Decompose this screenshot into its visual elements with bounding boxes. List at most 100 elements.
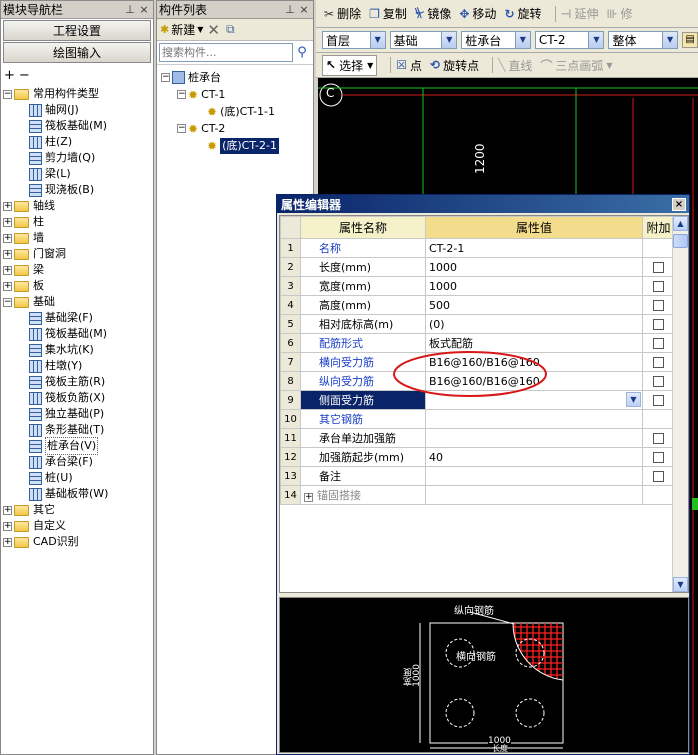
nav-tree-folder[interactable]: + 墙 xyxy=(3,230,153,246)
nav-tree-item[interactable]: 剪力墙(Q) xyxy=(3,150,153,166)
property-value-cell[interactable]: 40 xyxy=(425,447,643,467)
property-name-cell[interactable]: 其它钢筋 xyxy=(300,409,426,429)
component-tree-node[interactable]: − ✹ CT-1 xyxy=(161,86,313,103)
property-value-cell[interactable]: 500 xyxy=(425,295,643,315)
table-row[interactable]: 3 宽度(mm) 1000 xyxy=(280,276,675,296)
table-row[interactable]: 13 备注 xyxy=(280,466,675,486)
attach-checkbox[interactable] xyxy=(653,299,664,311)
property-value-cell[interactable]: CT-2-1 xyxy=(425,238,643,258)
new-dropdown-arrow-icon[interactable]: ▼ xyxy=(197,25,203,34)
table-row[interactable]: 12 加强筋起步(mm) 40 xyxy=(280,447,675,467)
scope-select[interactable]: 整体 ▼ xyxy=(608,31,679,49)
mirror-button[interactable]: ⏧ 镜像 xyxy=(415,5,452,22)
attach-checkbox[interactable] xyxy=(653,261,664,273)
nav-tree-folder[interactable]: + 门窗洞 xyxy=(3,246,153,262)
delete-button[interactable]: ✂ 删除 xyxy=(324,5,361,22)
collapse-icon[interactable]: − xyxy=(161,73,170,82)
arc-button[interactable]: ⌒ 三点画弧 ▼ xyxy=(540,57,612,74)
expand-icon[interactable]: + xyxy=(3,537,12,547)
point-button[interactable]: ☒ 点 xyxy=(396,57,422,74)
attach-checkbox[interactable] xyxy=(653,318,664,330)
line-button[interactable]: ╲ 直线 xyxy=(498,57,532,74)
expand-all-icon[interactable]: + xyxy=(4,68,15,83)
nav-tree-folder[interactable]: + 梁 xyxy=(3,262,153,278)
properties-icon[interactable]: ▤ xyxy=(682,32,698,48)
component-tree-node[interactable]: ✹ (底)CT-1-1 xyxy=(161,103,313,120)
expand-icon[interactable]: + xyxy=(3,265,12,275)
close-icon[interactable]: × xyxy=(297,3,311,16)
component-search-input[interactable] xyxy=(159,43,293,62)
close-icon[interactable]: × xyxy=(672,197,686,211)
extend-button[interactable]: ⊣ 延伸 xyxy=(561,5,599,22)
attach-checkbox[interactable] xyxy=(653,451,664,463)
drawing-input-button[interactable]: 绘图输入 xyxy=(3,42,151,63)
header-extra[interactable]: 附加 xyxy=(642,216,675,239)
pin-icon[interactable]: ⊥ xyxy=(283,3,297,16)
collapse-icon[interactable]: − xyxy=(177,124,186,133)
nav-tree-item[interactable]: 梁(L) xyxy=(3,166,153,182)
table-row[interactable]: 14 + 锚固搭接 xyxy=(280,485,675,505)
expand-icon[interactable]: + xyxy=(304,493,313,502)
collapse-icon[interactable]: − xyxy=(3,89,12,99)
nav-tree-folder[interactable]: + CAD识别 xyxy=(3,534,153,550)
nav-tree-folder[interactable]: + 自定义 xyxy=(3,518,153,534)
component-tree-node[interactable]: ✹ (底)CT-2-1 xyxy=(161,137,313,154)
property-name-cell[interactable]: 宽度(mm) xyxy=(300,276,426,296)
expand-icon[interactable]: + xyxy=(3,249,12,259)
property-name-cell[interactable]: 名称 xyxy=(300,238,426,258)
nav-tree-item[interactable]: 柱墩(Y) xyxy=(3,358,153,374)
component-select[interactable]: CT-2 ▼ xyxy=(534,31,605,49)
property-name-cell[interactable]: 加强筋起步(mm) xyxy=(300,447,426,467)
rotate-button[interactable]: ↻ 旋转 xyxy=(504,5,541,22)
nav-tree-folder[interactable]: − 基础 xyxy=(3,294,153,310)
nav-tree-item[interactable]: 筏板负筋(X) xyxy=(3,390,153,406)
collapse-icon[interactable]: − xyxy=(177,90,186,99)
property-value-cell[interactable] xyxy=(425,409,643,429)
pin-icon[interactable]: ⊥ xyxy=(123,3,137,16)
expand-icon[interactable]: + xyxy=(3,521,12,531)
expand-icon[interactable]: + xyxy=(3,217,12,227)
search-icon[interactable]: ⚲ xyxy=(293,45,311,60)
nav-tree-item[interactable]: 承台梁(F) xyxy=(3,454,153,470)
delete-component-icon[interactable]: ✕ xyxy=(207,21,220,39)
attach-checkbox[interactable] xyxy=(653,337,664,349)
header-name[interactable]: 属性名称 xyxy=(300,216,426,239)
nav-tree-item[interactable]: 现浇板(B) xyxy=(3,182,153,198)
nav-tree-folder[interactable]: + 柱 xyxy=(3,214,153,230)
nav-tree-item[interactable]: 基础梁(F) xyxy=(3,310,153,326)
property-name-cell[interactable]: 备注 xyxy=(300,466,426,486)
expand-icon[interactable]: + xyxy=(3,281,12,291)
table-row[interactable]: 11 承台单边加强筋 xyxy=(280,428,675,448)
table-row[interactable]: 5 相对底标高(m) (0) xyxy=(280,314,675,334)
nav-tree-folder[interactable]: + 轴线 xyxy=(3,198,153,214)
property-name-cell[interactable]: 高度(mm) xyxy=(300,295,426,315)
property-value-cell[interactable] xyxy=(425,485,643,505)
expand-icon[interactable]: + xyxy=(3,505,12,515)
attach-checkbox[interactable] xyxy=(653,394,664,406)
nav-tree-item[interactable]: 独立基础(P) xyxy=(3,406,153,422)
nav-tree-item[interactable]: 条形基础(T) xyxy=(3,422,153,438)
attach-checkbox[interactable] xyxy=(653,280,664,292)
component-tree-node[interactable]: − 桩承台 xyxy=(161,69,313,86)
floor-select[interactable]: 首层 ▼ xyxy=(322,31,386,49)
nav-tree-item[interactable]: 轴网(J) xyxy=(3,102,153,118)
expand-icon[interactable]: + xyxy=(3,233,12,243)
header-value[interactable]: 属性值 xyxy=(425,216,643,239)
nav-tree-item[interactable]: 基础板带(W) xyxy=(3,486,153,502)
type-select[interactable]: 桩承台 ▼ xyxy=(461,31,531,49)
project-settings-button[interactable]: 工程设置 xyxy=(3,20,151,41)
table-row[interactable]: 1 名称 CT-2-1 xyxy=(280,238,675,258)
table-row[interactable]: 10 其它钢筋 xyxy=(280,409,675,429)
property-value-cell[interactable]: 1000 xyxy=(425,257,643,277)
scroll-thumb[interactable] xyxy=(673,234,688,248)
scroll-down-icon[interactable]: ▼ xyxy=(673,577,688,592)
copy-button[interactable]: ❐ 复制 xyxy=(369,5,407,22)
nav-tree-item[interactable]: 筏板主筋(R) xyxy=(3,374,153,390)
nav-tree-item[interactable]: 集水坑(K) xyxy=(3,342,153,358)
scroll-up-icon[interactable]: ▲ xyxy=(673,216,688,231)
attach-checkbox[interactable] xyxy=(653,356,664,368)
copy-component-icon[interactable]: ⧉ xyxy=(226,22,235,37)
nav-tree-item[interactable]: 筏板基础(M) xyxy=(3,118,153,134)
close-icon[interactable]: × xyxy=(137,3,151,16)
nav-tree-folder[interactable]: + 板 xyxy=(3,278,153,294)
